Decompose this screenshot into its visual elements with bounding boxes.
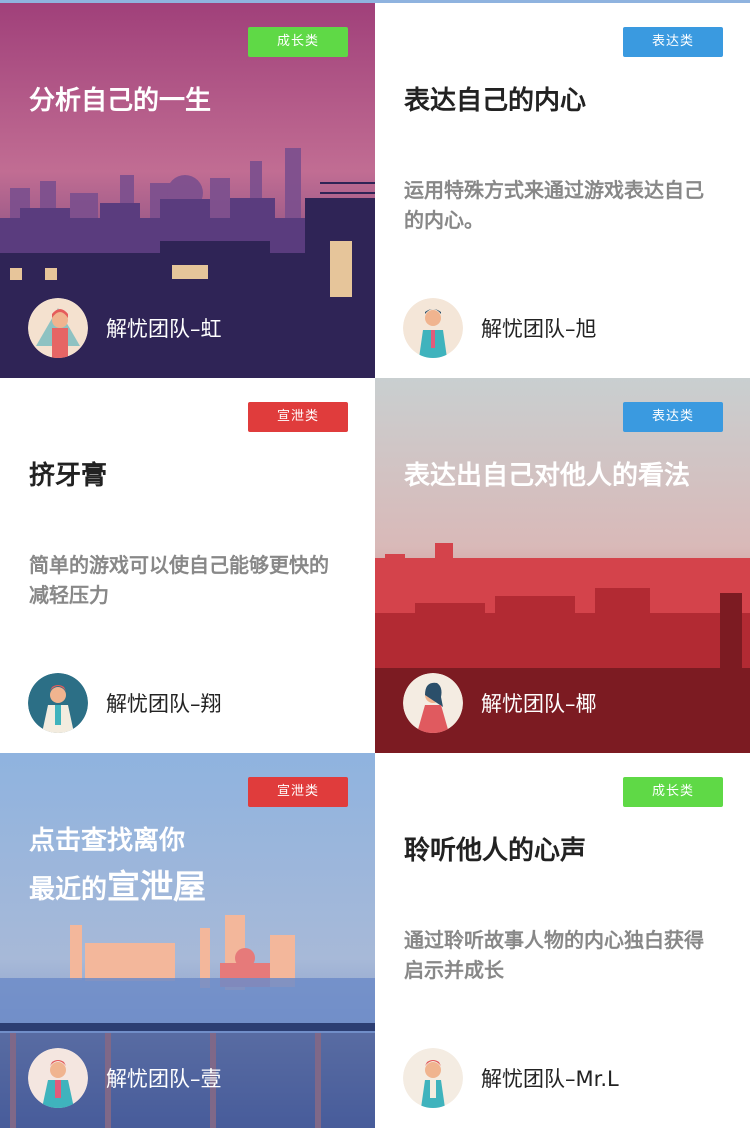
man-avatar-icon — [403, 1048, 463, 1108]
man-avatar-icon — [403, 298, 463, 358]
card-title-line2-emphasis: 宣泄屋 — [107, 867, 207, 906]
card-title: 挤牙膏 — [29, 461, 108, 491]
card-title: 点击查找离你 最近的宣泄屋 — [29, 818, 206, 913]
card-title: 表达出自己对他人的看法 — [404, 461, 691, 491]
card-description: 通过聆听故事人物的内心独白获得启示并成长 — [404, 928, 704, 982]
category-badge-express: 表达类 — [623, 402, 723, 432]
woman-avatar-icon — [28, 298, 88, 358]
card-find-vent-room[interactable]: 宣泄类 点击查找离你 最近的宣泄屋 解忧团队–壹 — [0, 753, 375, 1128]
author: 解忧团队–虹 — [28, 298, 222, 358]
card-title: 聆听他人的心声 — [404, 836, 587, 866]
card-description: 简单的游戏可以使自己能够更快的减轻压力 — [29, 553, 329, 607]
category-badge-growth: 成长类 — [623, 777, 723, 807]
card-analyze-life[interactable]: 成长类 分析自己的一生 解忧团队–虹 — [0, 3, 375, 378]
man-avatar-icon — [28, 1048, 88, 1108]
card-title: 分析自己的一生 — [29, 86, 212, 116]
category-badge-express: 表达类 — [623, 27, 723, 57]
category-badge-vent: 宣泄类 — [248, 402, 348, 432]
author-name: 解忧团队–椰 — [481, 692, 597, 716]
card-description: 运用特殊方式来通过游戏表达自己的内心。 — [404, 178, 704, 232]
author-name: 解忧团队–旭 — [481, 317, 597, 341]
category-badge-vent: 宣泄类 — [248, 777, 348, 807]
card-grid: 成长类 分析自己的一生 解忧团队–虹 表达类 表达自己的内心 运用特殊方式来通过… — [0, 3, 750, 1128]
author: 解忧团队–壹 — [28, 1048, 222, 1108]
category-badge-growth: 成长类 — [248, 27, 348, 57]
card-express-opinions[interactable]: 表达类 表达出自己对他人的看法 解忧团队–椰 — [375, 378, 750, 753]
card-squeeze-toothpaste[interactable]: 宣泄类 挤牙膏 简单的游戏可以使自己能够更快的减轻压力 解忧团队–翔 — [0, 378, 375, 753]
author: 解忧团队–椰 — [403, 673, 597, 733]
card-title-line2: 最近的宣泄屋 — [29, 864, 206, 913]
card-title: 表达自己的内心 — [404, 86, 587, 116]
author-name: 解忧团队–翔 — [106, 692, 222, 716]
author-name: 解忧团队–虹 — [106, 317, 222, 341]
man-avatar-icon — [28, 673, 88, 733]
author-name: 解忧团队–Mr.L — [481, 1067, 619, 1091]
author-name: 解忧团队–壹 — [106, 1067, 222, 1091]
woman-avatar-icon — [403, 673, 463, 733]
author: 解忧团队–Mr.L — [403, 1048, 619, 1108]
card-title-line2-small: 最近的 — [29, 875, 108, 905]
author: 解忧团队–旭 — [403, 298, 597, 358]
card-title-line1: 点击查找离你 — [29, 826, 186, 856]
author: 解忧团队–翔 — [28, 673, 222, 733]
card-express-inner[interactable]: 表达类 表达自己的内心 运用特殊方式来通过游戏表达自己的内心。 解忧团队–旭 — [375, 3, 750, 378]
card-listen-others[interactable]: 成长类 聆听他人的心声 通过聆听故事人物的内心独白获得启示并成长 解忧团队–Mr… — [375, 753, 750, 1128]
